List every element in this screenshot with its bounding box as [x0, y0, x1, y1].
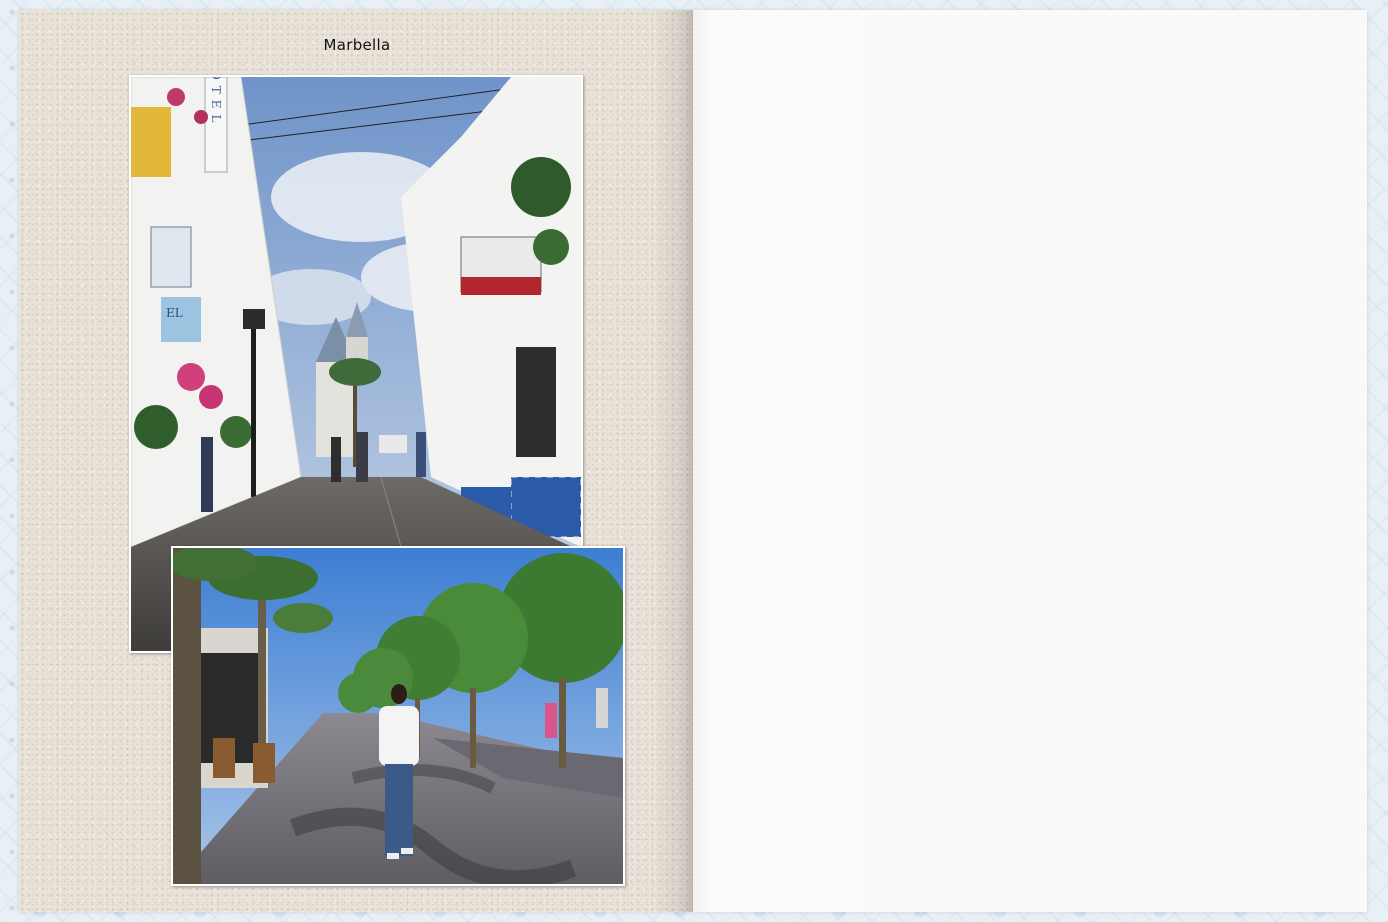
- right-page[interactable]: [693, 10, 1367, 912]
- promenade-photo-image: [173, 548, 623, 884]
- hotel-sign-text: HOTEL: [209, 77, 223, 129]
- left-page[interactable]: Marbella EL HOTEL: [19, 10, 693, 912]
- promenade-photo[interactable]: [171, 546, 625, 886]
- gutter-shadow: [653, 10, 693, 912]
- el-sign-text: EL: [166, 306, 183, 320]
- page-title: Marbella: [323, 36, 391, 54]
- photo-album-spread: Marbella EL HOTEL: [19, 10, 1367, 912]
